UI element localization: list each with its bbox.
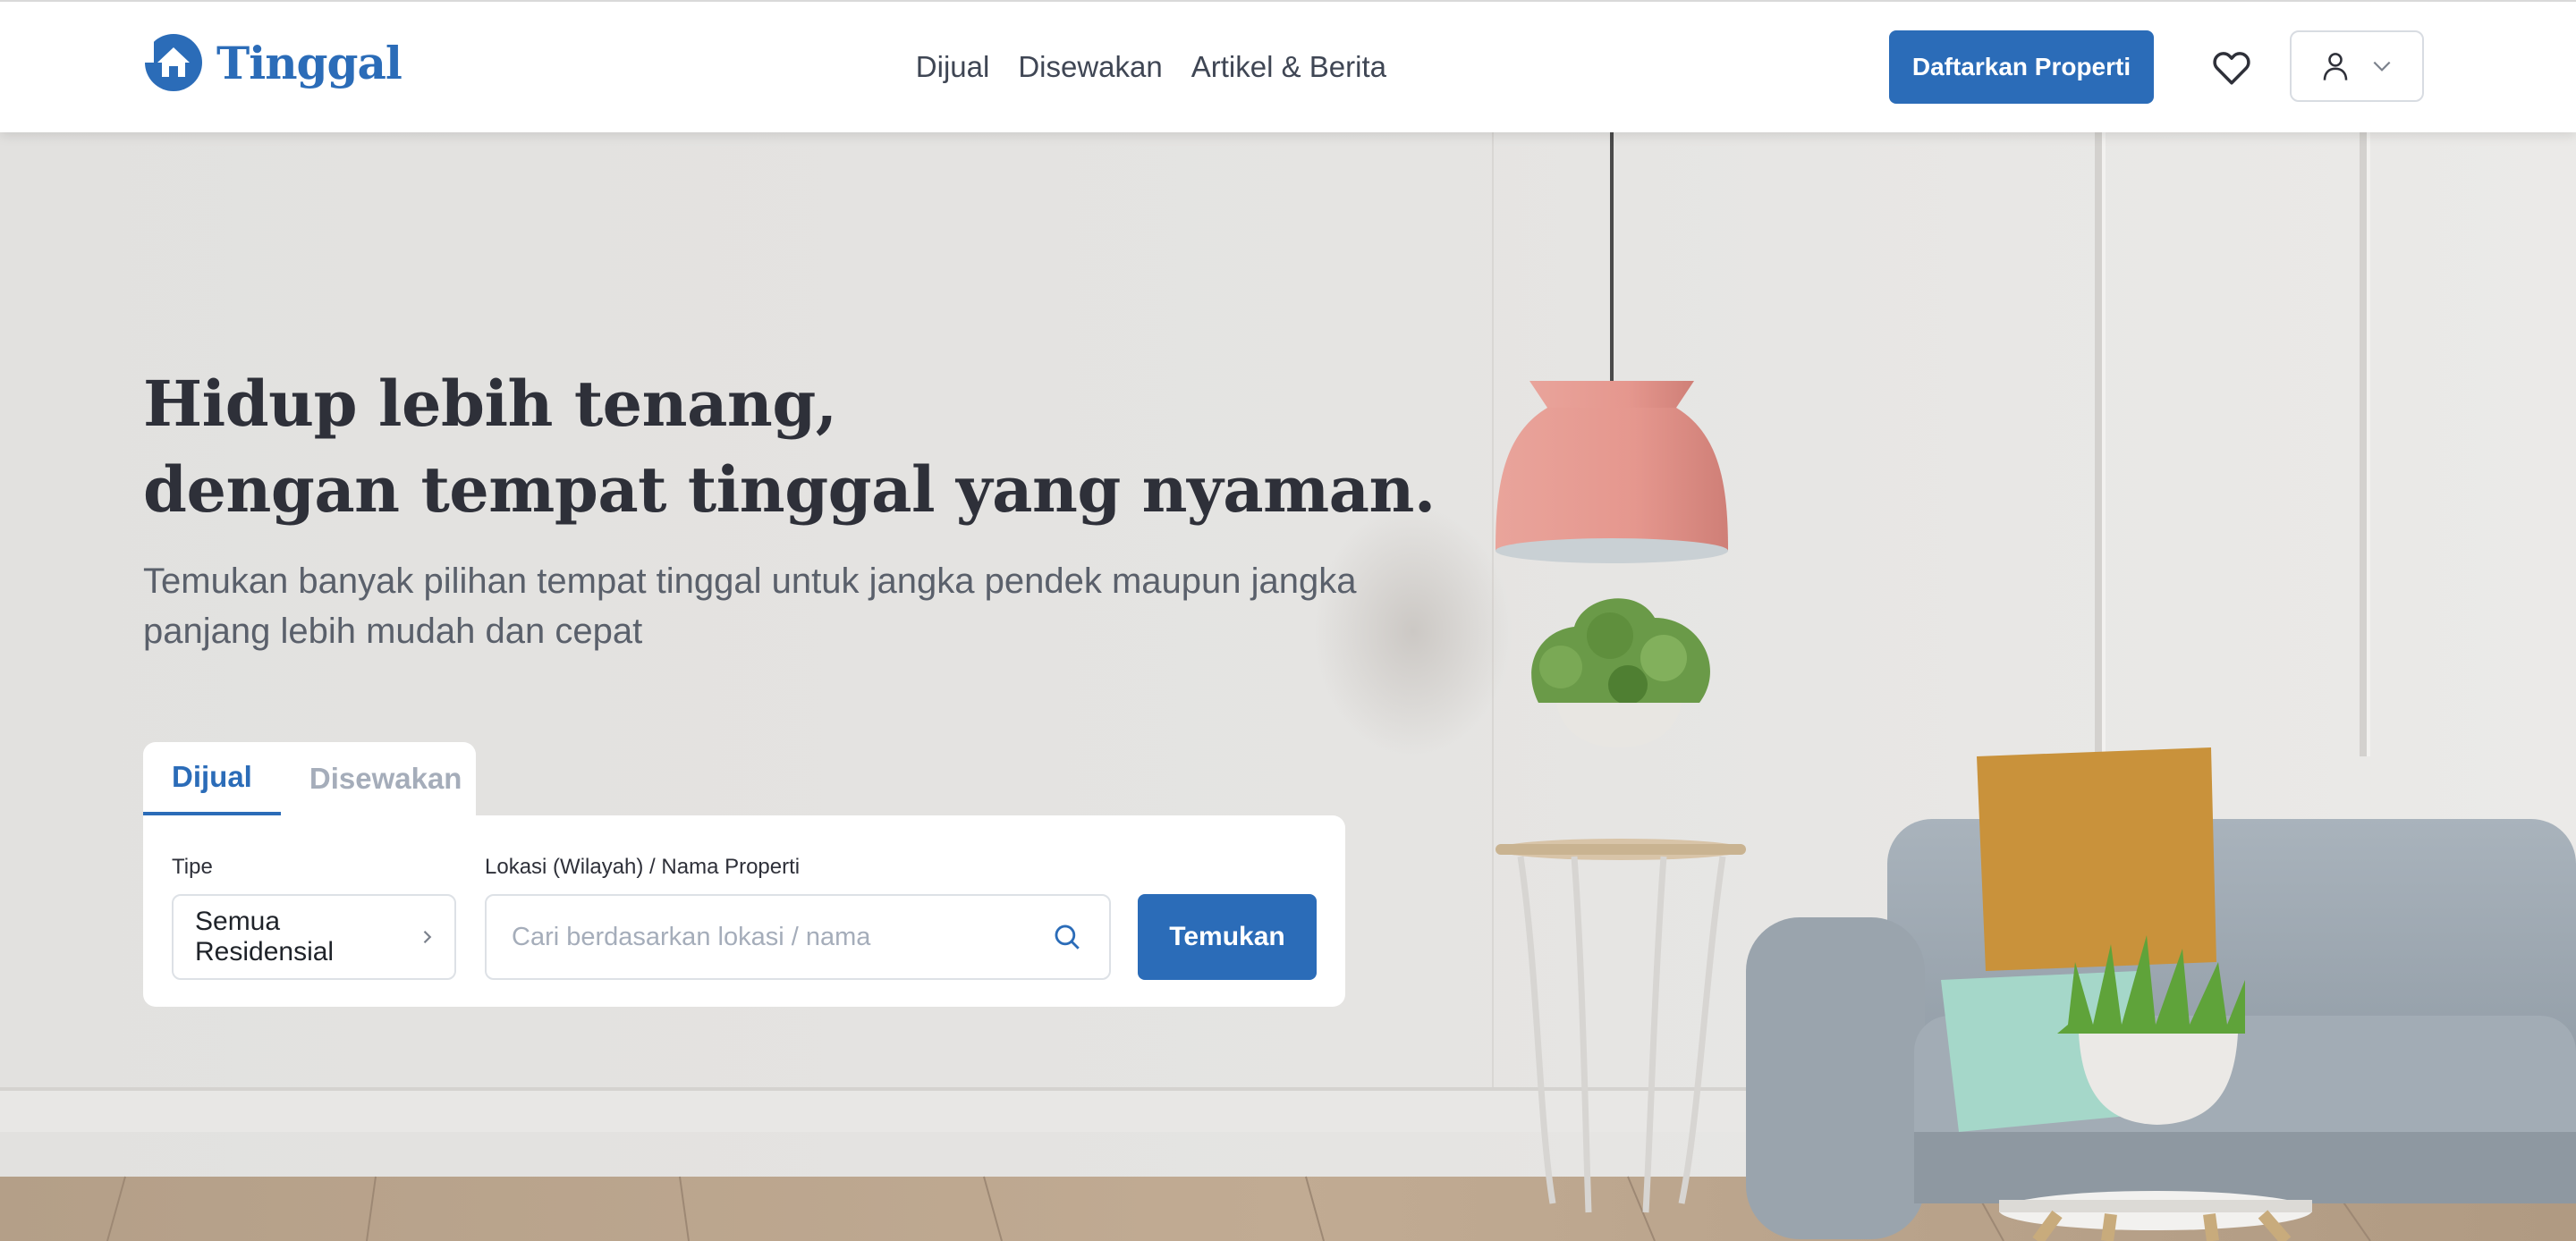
- property-type-value: Semua Residensial: [195, 907, 335, 967]
- property-search-panel: Tipe Lokasi (Wilayah) / Nama Properti Se…: [143, 815, 1345, 1007]
- chevron-down-icon: [2373, 61, 2391, 72]
- hero-headline: Hidup lebih tenang, dengan tempat tingga…: [143, 361, 1436, 533]
- heart-icon[interactable]: [2209, 45, 2254, 89]
- hero-section: Hidup lebih tenang, dengan tempat tingga…: [0, 131, 2576, 1241]
- nav-link-dijual[interactable]: Dijual: [916, 50, 990, 84]
- main-nav: Dijual Disewakan Artikel & Berita: [887, 2, 1386, 132]
- tab-disewakan[interactable]: Disewakan: [281, 742, 491, 815]
- house-logo-icon: [143, 32, 202, 91]
- search-icon[interactable]: [1052, 922, 1082, 952]
- brand-logo[interactable]: Tinggal: [143, 32, 402, 93]
- chevron-right-icon: [423, 930, 432, 944]
- location-search-input[interactable]: [487, 897, 1052, 977]
- top-navbar: Tinggal Dijual Disewakan Artikel & Berit…: [0, 0, 2576, 132]
- listing-type-tabs: Dijual Disewakan: [143, 742, 476, 815]
- hero-headline-line-1: Hidup lebih tenang,: [143, 367, 837, 441]
- nav-link-artikel-berita[interactable]: Artikel & Berita: [1191, 50, 1386, 84]
- living-room-background-image: [0, 131, 2576, 1241]
- hero-headline-line-2: dengan tempat tinggal yang nyaman.: [143, 452, 1436, 527]
- nav-link-disewakan[interactable]: Disewakan: [1018, 50, 1162, 84]
- user-menu-button[interactable]: [2290, 30, 2424, 102]
- list-property-button[interactable]: Daftarkan Properti: [1889, 30, 2154, 104]
- location-search-field: [485, 894, 1111, 980]
- brand-name: Tinggal: [216, 36, 402, 89]
- user-icon: [2323, 53, 2348, 80]
- location-field-label: Lokasi (Wilayah) / Nama Properti: [485, 855, 801, 879]
- hero-subtitle: Temukan banyak pilihan tempat tinggal un…: [143, 561, 1357, 651]
- tab-dijual[interactable]: Dijual: [143, 742, 281, 815]
- property-type-select[interactable]: Semua Residensial: [172, 894, 456, 980]
- find-button[interactable]: Temukan: [1138, 894, 1317, 980]
- type-field-label: Tipe: [172, 855, 213, 879]
